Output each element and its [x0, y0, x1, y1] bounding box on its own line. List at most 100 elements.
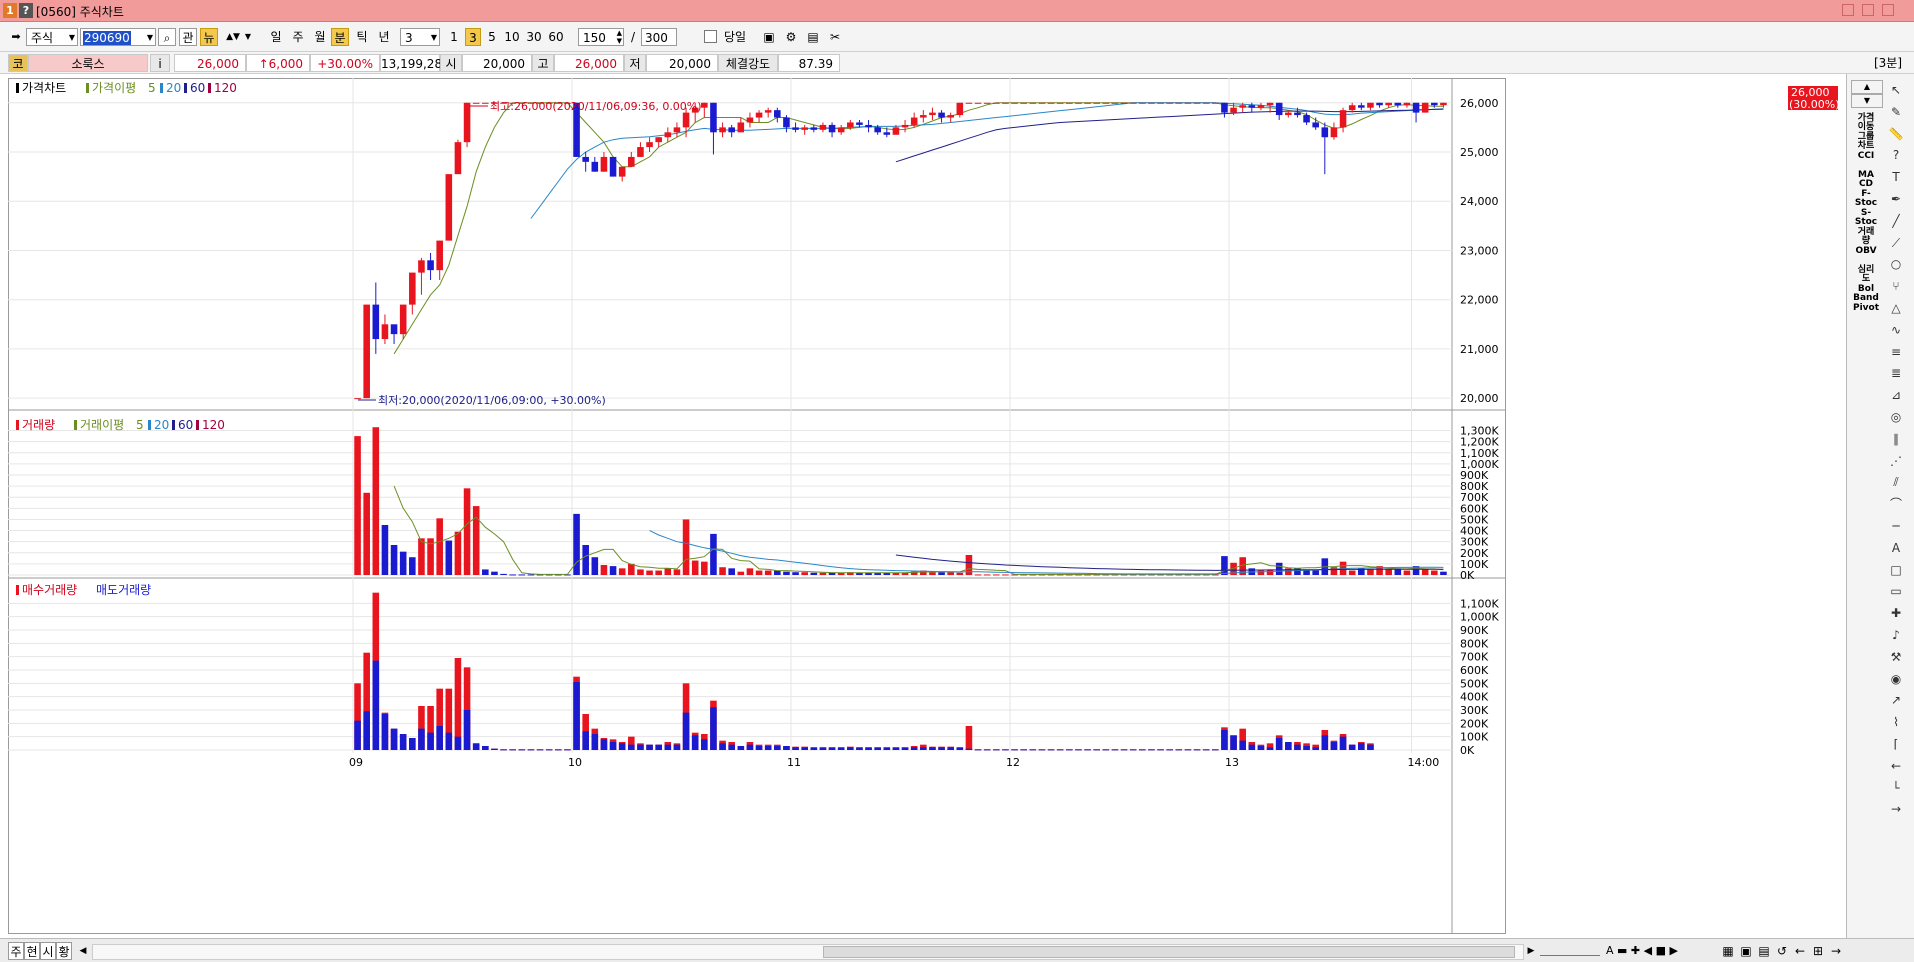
box-icon[interactable]: □: [1887, 562, 1905, 578]
total-input[interactable]: 300: [641, 28, 677, 46]
zoom-slider[interactable]: [1540, 945, 1600, 956]
link-icon[interactable]: ➡: [8, 28, 24, 46]
gwan-button[interactable]: 관: [179, 28, 197, 46]
horizontal-scrollbar[interactable]: [92, 944, 1524, 960]
panel-down-icon[interactable]: ▼: [1851, 94, 1883, 108]
tab-ju[interactable]: 주: [8, 942, 24, 960]
indicator-button[interactable]: CCI: [1851, 152, 1881, 161]
auto-icon[interactable]: A: [1887, 540, 1905, 556]
cursor-icon[interactable]: ↖: [1887, 82, 1905, 98]
curve-icon[interactable]: ⌒: [1887, 496, 1905, 512]
fib-icon[interactable]: ≡: [1887, 344, 1905, 360]
line-icon[interactable]: ╱: [1887, 213, 1905, 229]
tab-hyeon[interactable]: 현: [24, 942, 40, 960]
indicator-button[interactable]: 그룹 차트: [1851, 133, 1881, 151]
indicator-button[interactable]: Pivot: [1851, 304, 1881, 313]
back-icon[interactable]: ←: [1887, 758, 1905, 774]
info-button[interactable]: i: [150, 54, 170, 72]
chart-area[interactable]: 20,000 21,000 22,000 23,000 24,000 25,000 26,0…: [8, 78, 1844, 938]
settings-icon[interactable]: ⚙: [782, 28, 800, 46]
note-icon[interactable]: ▭: [1887, 583, 1905, 599]
indicator-button[interactable]: 심리 도: [1851, 266, 1881, 284]
fib2-icon[interactable]: ≣: [1887, 365, 1905, 381]
help-icon[interactable]: ?: [1887, 147, 1905, 163]
excel-icon[interactable]: ▦: [1720, 942, 1736, 960]
circle-icon[interactable]: ○: [1887, 256, 1905, 272]
stock-name[interactable]: 소룩스: [28, 54, 148, 72]
period-tick[interactable]: 틱: [352, 28, 372, 46]
interval-1[interactable]: 1: [446, 28, 462, 46]
interval-30[interactable]: 30: [524, 28, 544, 46]
text-icon[interactable]: T: [1887, 169, 1905, 185]
fork-icon[interactable]: ⑂: [1887, 278, 1905, 294]
period-day[interactable]: 일: [266, 28, 286, 46]
news-button[interactable]: 뉴: [200, 28, 218, 46]
period-month[interactable]: 월: [310, 28, 330, 46]
trend-icon[interactable]: ⟋: [1887, 235, 1905, 251]
panel-up-icon[interactable]: ▲: [1851, 80, 1883, 94]
indicator-button[interactable]: 거래 량: [1851, 228, 1881, 246]
save-icon[interactable]: ▣: [1738, 942, 1754, 960]
maximize-icon[interactable]: [1862, 4, 1874, 16]
pattern-icon[interactable]: ⌇: [1887, 714, 1905, 730]
interval-10[interactable]: 10: [502, 28, 522, 46]
count-input[interactable]: 150 ▲ ▼: [578, 28, 624, 46]
help-badge[interactable]: ?: [19, 3, 33, 18]
save-icon[interactable]: ▣: [760, 28, 778, 46]
andrew-icon[interactable]: ⫽: [1887, 474, 1905, 490]
gann-icon[interactable]: ⊿: [1887, 387, 1905, 403]
zoom-controls[interactable]: A ▬ ✚ ◀ ■ ▶: [1606, 942, 1716, 960]
window-badge[interactable]: 1: [3, 3, 17, 18]
back-icon[interactable]: ←: [1792, 942, 1808, 960]
hline-icon[interactable]: ─: [1887, 518, 1905, 534]
indicator-button[interactable]: OBV: [1851, 247, 1881, 256]
forward-icon[interactable]: →: [1887, 801, 1905, 817]
scroll-left-button[interactable]: ◀: [76, 942, 90, 960]
period-week[interactable]: 주: [288, 28, 308, 46]
period-minute[interactable]: 분: [331, 28, 349, 46]
print-icon[interactable]: ▤: [804, 28, 822, 46]
eye-icon[interactable]: ◉: [1887, 671, 1905, 687]
indicator-button[interactable]: Bol Band: [1851, 285, 1881, 303]
tools-icon[interactable]: ✂: [826, 28, 844, 46]
marker-icon[interactable]: ✒: [1887, 191, 1905, 207]
bell-icon[interactable]: ♪: [1887, 627, 1905, 643]
channel-icon[interactable]: ∥: [1887, 431, 1905, 447]
chevron-down-icon[interactable]: ▼: [244, 28, 252, 46]
updown-spin-icon[interactable]: ▲▼: [222, 28, 244, 46]
search-button[interactable]: ⌕: [158, 28, 176, 46]
scrollbar-thumb[interactable]: [823, 946, 1515, 958]
close-icon[interactable]: [1882, 4, 1894, 16]
cycle-icon[interactable]: ◎: [1887, 409, 1905, 425]
arrow-icon[interactable]: ↗: [1887, 692, 1905, 708]
interval-5[interactable]: 5: [484, 28, 500, 46]
indicator-button[interactable]: F- Stoc: [1851, 190, 1881, 208]
scroll-right-button[interactable]: ▶: [1524, 942, 1538, 960]
sameday-checkbox[interactable]: [704, 30, 717, 43]
print-icon[interactable]: ▤: [1756, 942, 1772, 960]
tab-hwang[interactable]: 황: [56, 942, 72, 960]
forward-icon[interactable]: →: [1828, 942, 1844, 960]
indicator-button[interactable]: S- Stoc: [1851, 209, 1881, 227]
triangle-icon[interactable]: △: [1887, 300, 1905, 316]
corner-icon[interactable]: └: [1887, 780, 1905, 796]
period-year[interactable]: 년: [374, 28, 394, 46]
code-input[interactable]: 290690 ▼: [80, 28, 156, 46]
lock-icon[interactable]: ⊞: [1810, 942, 1826, 960]
eraser-icon[interactable]: ✎: [1887, 104, 1905, 120]
pattern2-icon[interactable]: ⌈: [1887, 736, 1905, 752]
market-select[interactable]: 주식 ▼: [26, 28, 78, 46]
tools-icon[interactable]: ⚒: [1887, 649, 1905, 665]
indicator-button[interactable]: 가격 이동: [1851, 114, 1881, 132]
speed-icon[interactable]: ⋰: [1887, 453, 1905, 469]
ruler-icon[interactable]: 📏: [1887, 126, 1905, 142]
wave-icon[interactable]: ∿: [1887, 322, 1905, 338]
interval-60[interactable]: 60: [546, 28, 566, 46]
interval-select[interactable]: 3 ▼: [400, 28, 440, 46]
tab-si[interactable]: 시: [40, 942, 56, 960]
cross-icon[interactable]: ✚: [1887, 605, 1905, 621]
interval-3[interactable]: 3: [465, 28, 481, 46]
indicator-button[interactable]: MA CD: [1851, 171, 1881, 189]
reset-icon[interactable]: ↺: [1774, 942, 1790, 960]
minimize-icon[interactable]: [1842, 4, 1854, 16]
